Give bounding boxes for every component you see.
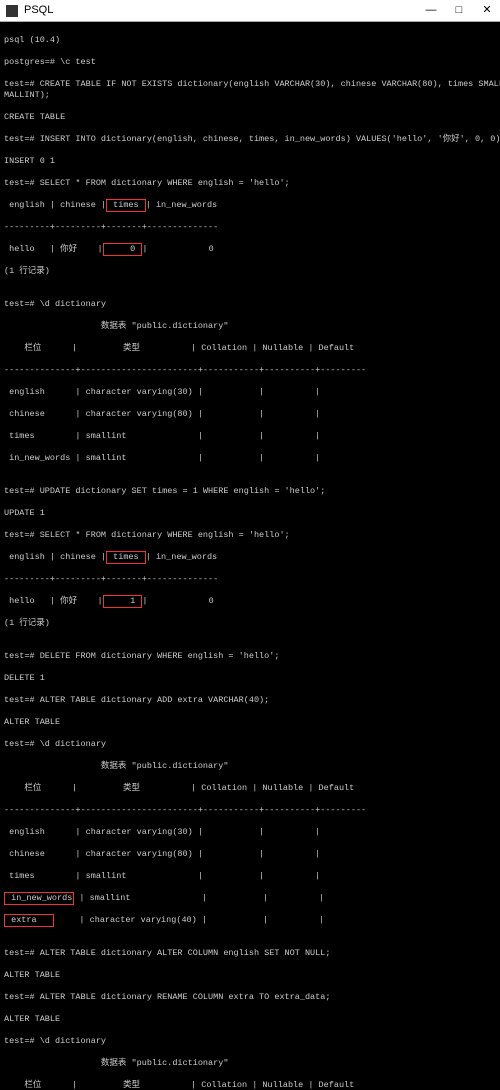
desc2-divider: --------------+-----------------------+-… bbox=[4, 805, 496, 816]
desc1-header: 栏位 | 类型 | Collation | Nullable | Default bbox=[4, 343, 496, 354]
connect-cmd: postgres=# \c test bbox=[4, 57, 496, 68]
desc1-row-english: english | character varying(30) | | | bbox=[4, 387, 496, 398]
desc1-cmd: test=# \d dictionary bbox=[4, 299, 496, 310]
result1-count: (1 行记录) bbox=[4, 266, 496, 277]
desc2-row-chinese: chinese | character varying(80) | | | bbox=[4, 849, 496, 860]
delete-resp: DELETE 1 bbox=[4, 673, 496, 684]
alter1-cmd: test=# ALTER TABLE dictionary ADD extra … bbox=[4, 695, 496, 706]
delete-cmd: test=# DELETE FROM dictionary WHERE engl… bbox=[4, 651, 496, 662]
alter1-resp: ALTER TABLE bbox=[4, 717, 496, 728]
desc3-cmd: test=# \d dictionary bbox=[4, 1036, 496, 1047]
desc1-row-times: times | smallint | | | bbox=[4, 431, 496, 442]
alter3-cmd: test=# ALTER TABLE dictionary RENAME COL… bbox=[4, 992, 496, 1003]
close-button[interactable]: ✕ bbox=[480, 5, 494, 16]
create-table-resp: CREATE TABLE bbox=[4, 112, 496, 123]
highlight-innewwords: in_new_words bbox=[4, 892, 74, 905]
result2-row: hello | 你好 | 1 | 0 bbox=[4, 596, 496, 607]
desc1-row-chinese: chinese | character varying(80) | | | bbox=[4, 409, 496, 420]
highlight-extra: extra bbox=[4, 914, 54, 927]
terminal-output[interactable]: psql (10.4) postgres=# \c test test=# CR… bbox=[0, 22, 500, 1090]
highlight-times-value: 0 bbox=[103, 243, 143, 256]
result2-divider: ---------+---------+-------+------------… bbox=[4, 574, 496, 585]
result1-divider: ---------+---------+-------+------------… bbox=[4, 222, 496, 233]
insert-resp: INSERT 0 1 bbox=[4, 156, 496, 167]
result1-header: english | chinese | times | in_new_words bbox=[4, 200, 496, 211]
desc1-title: 数据表 "public.dictionary" bbox=[4, 321, 496, 332]
result2-header: english | chinese | times | in_new_words bbox=[4, 552, 496, 563]
result2-count: (1 行记录) bbox=[4, 618, 496, 629]
insert-cmd: test=# INSERT INTO dictionary(english, c… bbox=[4, 134, 496, 145]
desc2-row-times: times | smallint | | | bbox=[4, 871, 496, 882]
maximize-button[interactable]: □ bbox=[452, 5, 466, 16]
desc3-header: 栏位 | 类型 | Collation | Nullable | Default bbox=[4, 1080, 496, 1090]
alter3-resp: ALTER TABLE bbox=[4, 1014, 496, 1025]
desc3-title: 数据表 "public.dictionary" bbox=[4, 1058, 496, 1069]
alter2-cmd: test=# ALTER TABLE dictionary ALTER COLU… bbox=[4, 948, 496, 959]
highlight-times-value-2: 1 bbox=[103, 595, 143, 608]
window-titlebar: PSQL — □ ✕ bbox=[0, 0, 500, 22]
update-cmd: test=# UPDATE dictionary SET times = 1 W… bbox=[4, 486, 496, 497]
desc2-row-english: english | character varying(30) | | | bbox=[4, 827, 496, 838]
window-controls: — □ ✕ bbox=[424, 5, 494, 16]
desc2-cmd: test=# \d dictionary bbox=[4, 739, 496, 750]
psql-icon bbox=[6, 5, 18, 17]
result1-row: hello | 你好 | 0 | 0 bbox=[4, 244, 496, 255]
create-table-cmd: test=# CREATE TABLE IF NOT EXISTS dictio… bbox=[4, 79, 496, 101]
desc1-row-innewwords: in_new_words | smallint | | | bbox=[4, 453, 496, 464]
alter2-resp: ALTER TABLE bbox=[4, 970, 496, 981]
desc2-title: 数据表 "public.dictionary" bbox=[4, 761, 496, 772]
select1-cmd: test=# SELECT * FROM dictionary WHERE en… bbox=[4, 178, 496, 189]
minimize-button[interactable]: — bbox=[424, 5, 438, 16]
desc1-divider: --------------+-----------------------+-… bbox=[4, 365, 496, 376]
desc2-row-innewwords: in_new_words | smallint | | | bbox=[4, 893, 496, 904]
highlight-times-header: times bbox=[106, 199, 146, 212]
select2-cmd: test=# SELECT * FROM dictionary WHERE en… bbox=[4, 530, 496, 541]
desc2-row-extra: extra | character varying(40) | | | bbox=[4, 915, 496, 926]
update-resp: UPDATE 1 bbox=[4, 508, 496, 519]
highlight-times-header-2: times bbox=[106, 551, 146, 564]
window-title: PSQL bbox=[24, 5, 424, 16]
version-line: psql (10.4) bbox=[4, 35, 496, 46]
desc2-header: 栏位 | 类型 | Collation | Nullable | Default bbox=[4, 783, 496, 794]
